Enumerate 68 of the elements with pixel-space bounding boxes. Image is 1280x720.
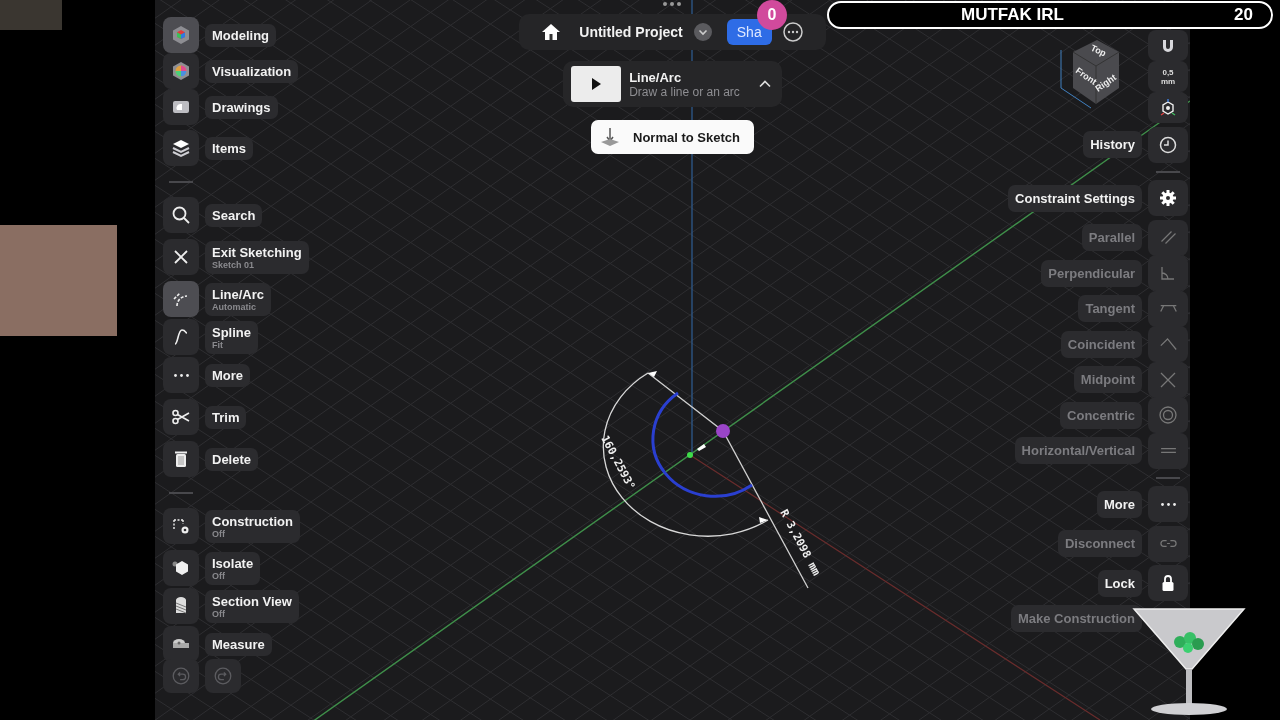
view-cube[interactable] <box>1060 40 1120 109</box>
tool-label-button[interactable]: Visualization <box>205 59 299 83</box>
tool-label-button[interactable]: More <box>205 363 251 387</box>
tool-label-button[interactable]: Construction Off <box>205 509 300 543</box>
line-arc-tool-button[interactable] <box>163 281 199 317</box>
undo-icon <box>170 665 192 687</box>
grid-size-button[interactable]: 0,5 mm <box>1148 61 1188 92</box>
sheet-tool-button[interactable] <box>163 89 199 125</box>
tool-label-button[interactable]: Spline Fit <box>205 320 258 354</box>
constraint-label-button[interactable]: Constraint Settings <box>1008 184 1142 212</box>
coincident-icon <box>1159 338 1177 351</box>
more-tool-button[interactable] <box>163 357 199 393</box>
cube-tool-button[interactable] <box>163 17 199 53</box>
share-button[interactable]: Sha <box>726 19 772 45</box>
trash-tool-button[interactable] <box>163 441 199 477</box>
score-value: 20 <box>1234 5 1253 25</box>
tool-title: Line/Arc <box>629 69 683 85</box>
clock-tool-button[interactable] <box>1148 126 1188 163</box>
point-marker[interactable] <box>716 424 730 438</box>
drag-handle-icon[interactable] <box>662 1 683 7</box>
sketch-line[interactable] <box>647 372 809 589</box>
scissors-tool-button[interactable] <box>163 399 199 435</box>
origin-point <box>687 452 693 458</box>
tangent-icon <box>1159 305 1177 313</box>
play-icon[interactable] <box>571 66 622 102</box>
magnet-tool-button[interactable] <box>1148 30 1188 61</box>
more-icon <box>1160 502 1176 506</box>
arc-curve[interactable] <box>651 391 753 498</box>
more-icon[interactable] <box>781 21 804 43</box>
settings-tool-button[interactable] <box>1148 180 1188 217</box>
tool-label-button[interactable]: Section View Off <box>205 589 299 623</box>
tool-label-button[interactable]: Items <box>205 136 253 160</box>
constraint-label-button[interactable]: History <box>1083 131 1142 159</box>
chevron-down-icon[interactable] <box>692 22 713 42</box>
search-tool-button[interactable] <box>163 197 199 233</box>
project-title[interactable]: Untitled Project <box>579 24 683 40</box>
dimension-arc[interactable] <box>602 371 769 537</box>
lock-tool-button[interactable] <box>1148 565 1188 602</box>
tool-description: Draw a line or an arc <box>629 84 740 99</box>
normal-to-sketch-button[interactable]: Normal to Sketch <box>591 120 754 154</box>
photo-placeholder <box>0 0 62 30</box>
tool-label-button[interactable]: Modeling <box>205 23 277 47</box>
parallel-bars-icon <box>1159 448 1177 454</box>
layers-tool-button[interactable] <box>163 130 199 166</box>
parallel-lines-icon <box>1160 231 1176 245</box>
close-tool-button[interactable] <box>163 239 199 275</box>
cube-axes-tool-button[interactable] <box>1148 92 1188 123</box>
tool-label-button[interactable]: Exit Sketching Sketch 01 <box>205 240 309 274</box>
direction-marker <box>697 444 706 451</box>
hexagon-tool-button[interactable] <box>163 550 199 586</box>
redo-icon <box>212 665 234 687</box>
stream-title: MUTFAK IRL <box>961 5 1064 25</box>
construction-tool-button[interactable] <box>163 508 199 544</box>
tool-label-button[interactable]: Isolate Off <box>205 551 261 585</box>
more-icon <box>173 373 189 377</box>
tool-label-button[interactable]: Search <box>205 203 263 227</box>
tape-tool-button[interactable] <box>163 626 199 662</box>
parallel-bars-tool-button[interactable] <box>1148 432 1188 469</box>
tool-label-button[interactable]: Line/Arc Automatic <box>205 282 271 316</box>
cube-face-label: Top <box>1089 42 1108 59</box>
striped-tool-button[interactable] <box>163 588 199 624</box>
tool-label-button[interactable]: Trim <box>205 405 247 429</box>
tool-label-button[interactable]: Measure <box>205 632 272 656</box>
tool-label-button[interactable]: Delete <box>205 447 259 471</box>
tool-label-button[interactable]: Drawings <box>205 95 278 119</box>
color-wheel-tool-button[interactable] <box>163 53 199 89</box>
spline-tool-button[interactable] <box>163 319 199 355</box>
broken-link-icon <box>1159 540 1177 548</box>
